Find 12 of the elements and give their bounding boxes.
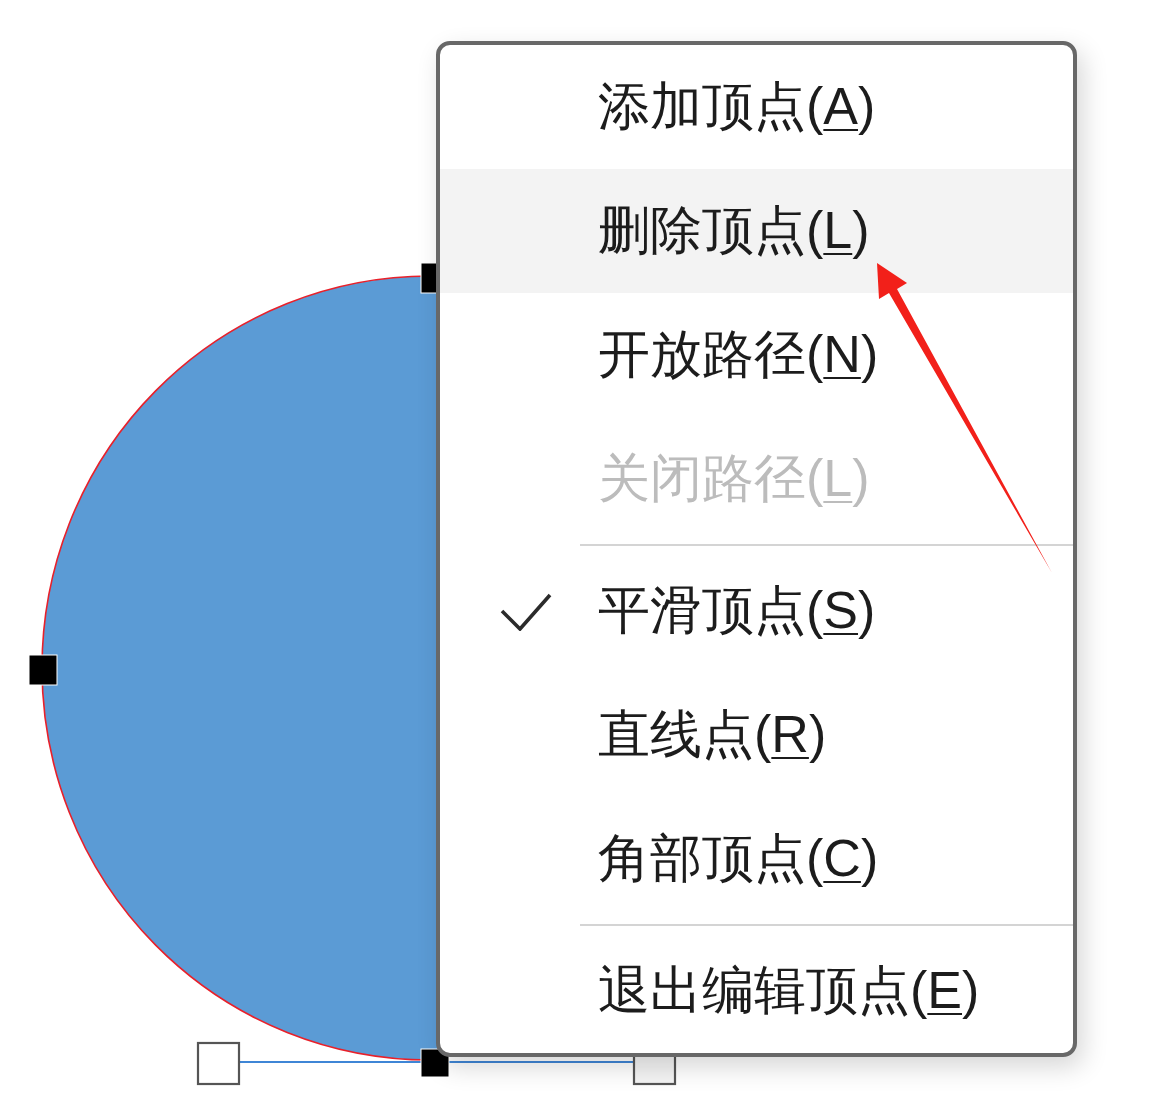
vertex-handle[interactable]	[420, 1048, 450, 1078]
menu-item[interactable]: 删除顶点(L)	[440, 169, 1073, 293]
vertex-handle[interactable]	[420, 262, 438, 294]
checkmark-icon	[500, 591, 552, 631]
menu-item[interactable]: 平滑顶点(S)	[440, 549, 1073, 673]
menu-item[interactable]: 添加顶点(A)	[440, 45, 1073, 169]
menu-item[interactable]: 开放路径(N)	[440, 293, 1073, 417]
vertex-handle[interactable]	[28, 654, 58, 686]
control-handle[interactable]	[196, 1041, 241, 1086]
menu-item[interactable]: 角部顶点(C)	[440, 797, 1073, 921]
menu-item[interactable]: 退出编辑顶点(E)	[440, 929, 1073, 1053]
menu-item[interactable]: 直线点(R)	[440, 673, 1073, 797]
